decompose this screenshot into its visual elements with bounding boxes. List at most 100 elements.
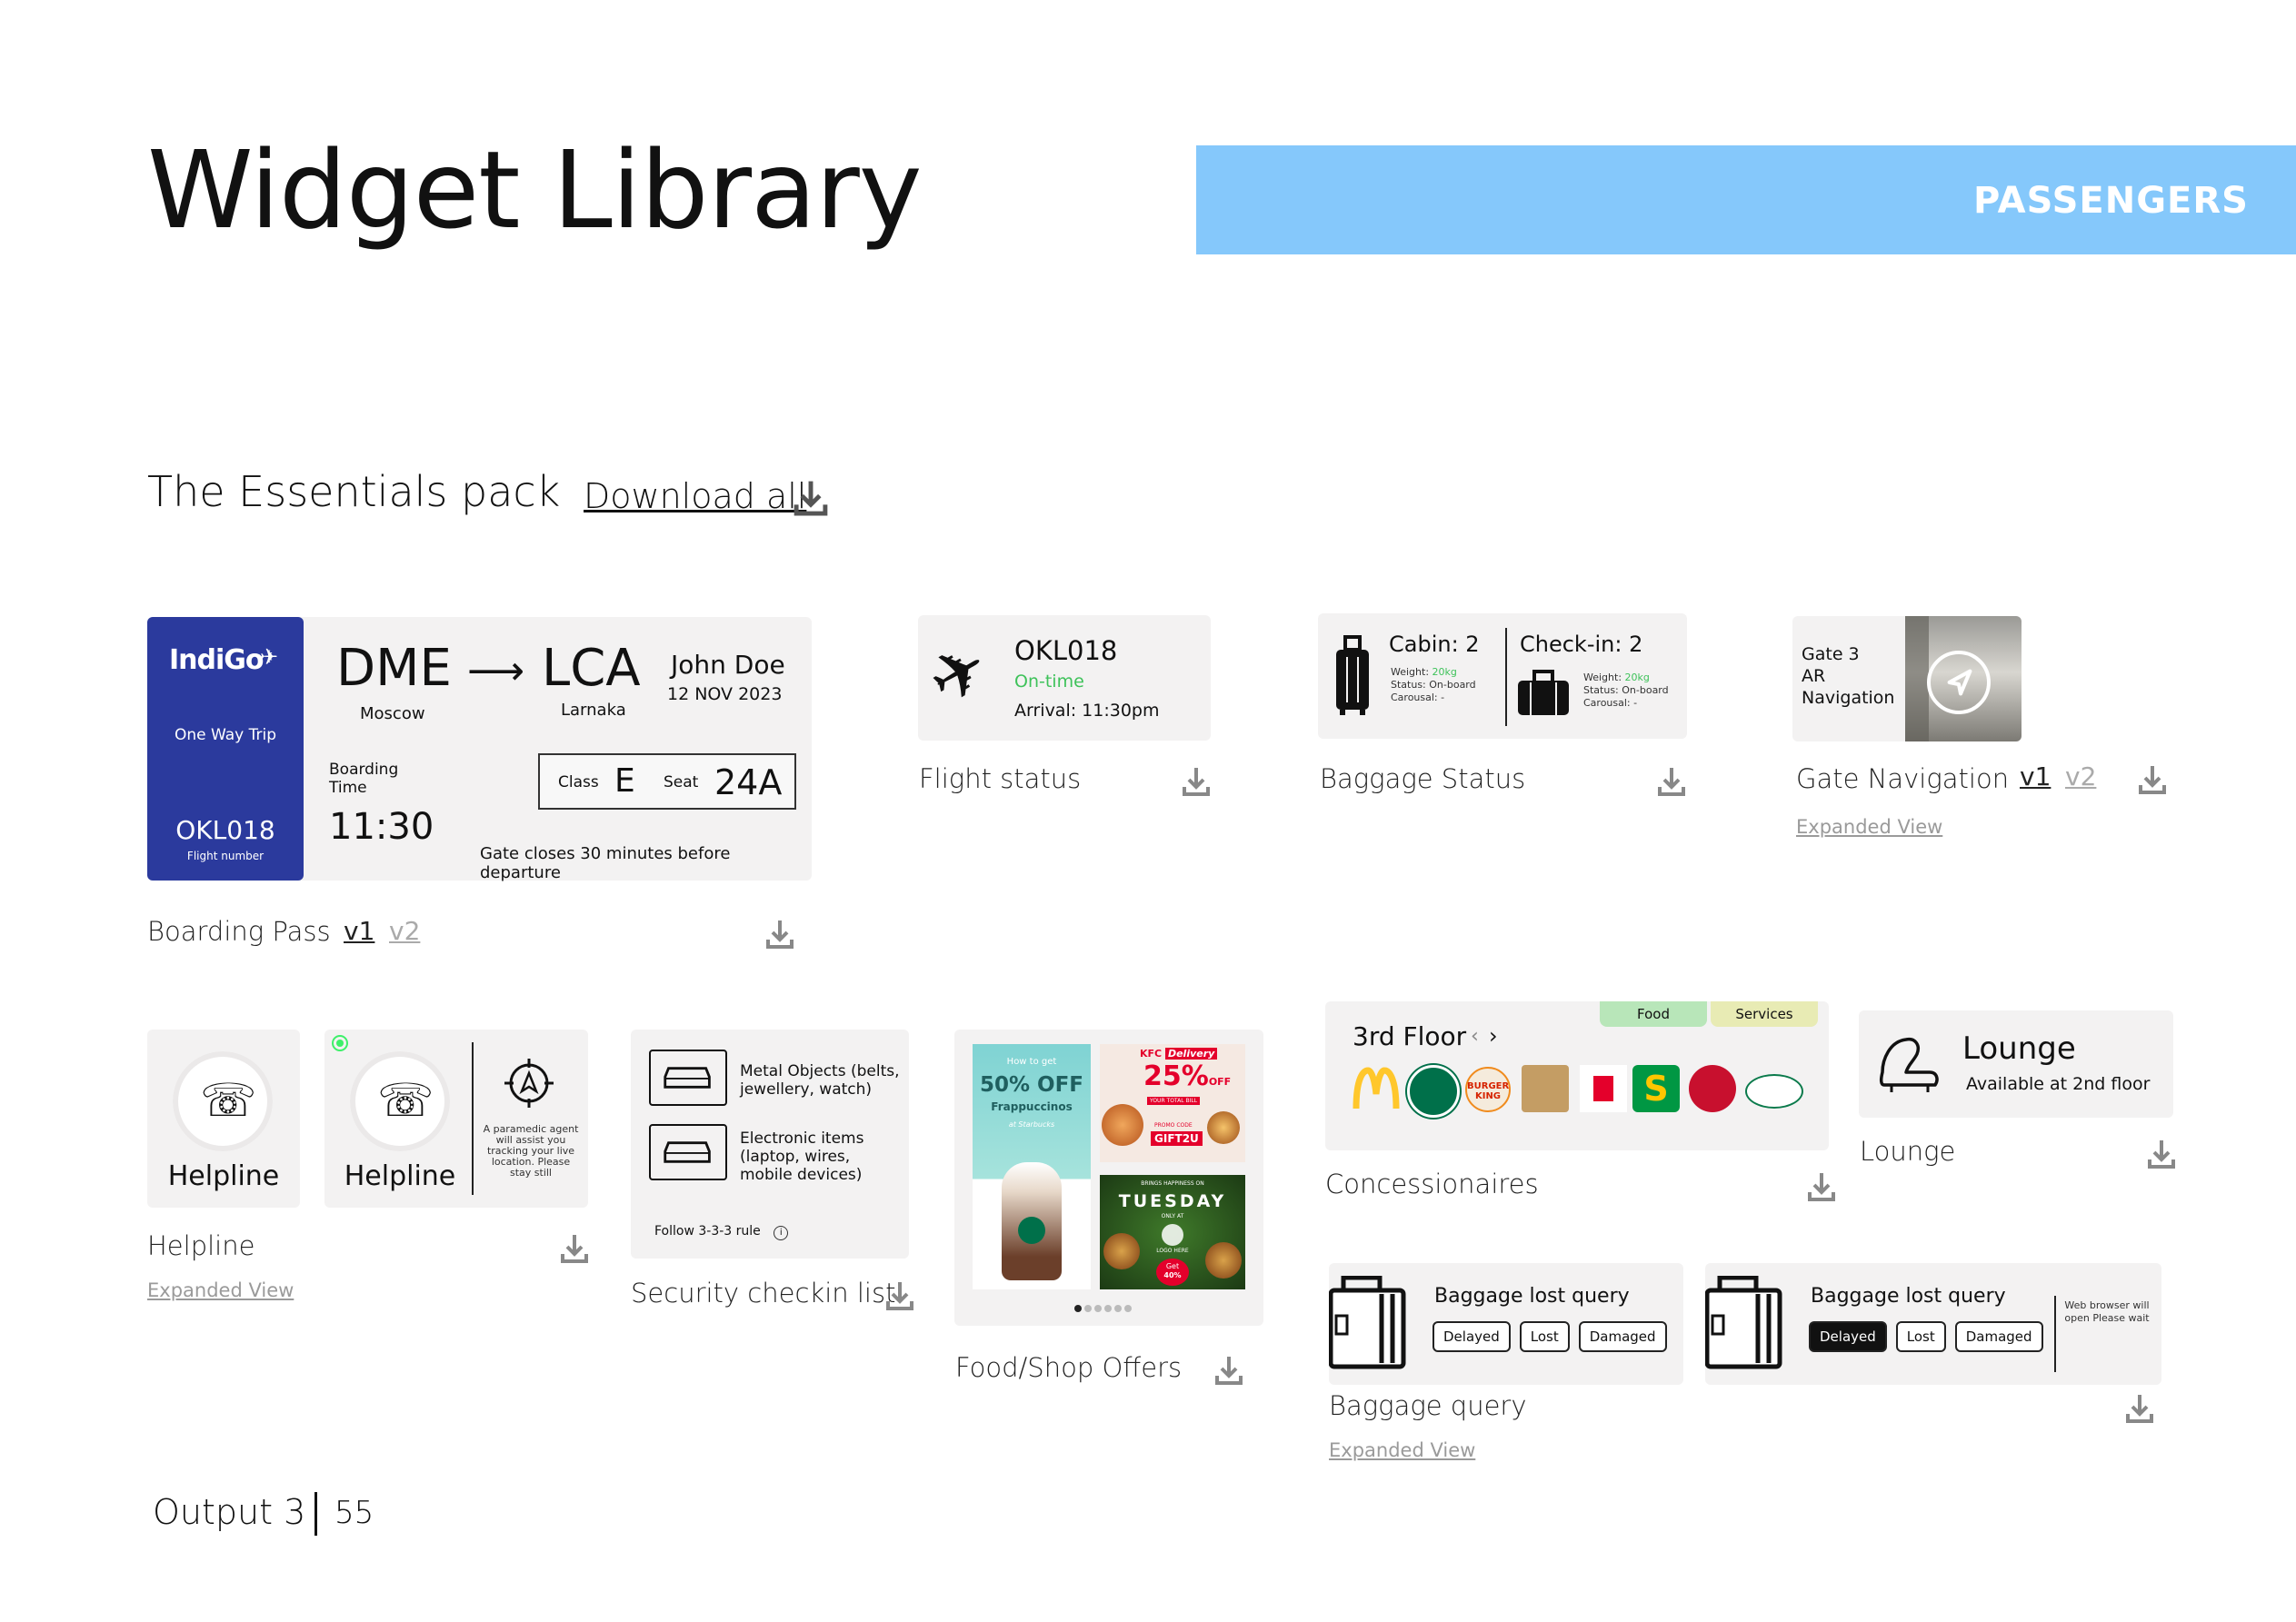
gate-nav-card[interactable]: Gate 3 AR Navigation (1792, 616, 2021, 741)
location-target-icon (503, 1057, 555, 1110)
gate-nav-download-icon[interactable] (2138, 763, 2167, 796)
option-lost[interactable]: Lost (1519, 1321, 1570, 1352)
baggage-query-options-2: Delayed Lost Damaged (1809, 1321, 2052, 1352)
nishan-logo[interactable] (1522, 1065, 1569, 1112)
luggage-outline-icon (1328, 1275, 1411, 1370)
live-indicator-icon (332, 1035, 348, 1051)
concessionaires-download-icon[interactable] (1807, 1170, 1836, 1203)
baggage-query-divider (2054, 1296, 2056, 1372)
tue-day: TUESDAY (1118, 1191, 1227, 1211)
flight-status-caption: Flight status (919, 763, 1082, 794)
seat-value: 24A (714, 762, 783, 802)
gate-nav-v1[interactable]: v1 (2020, 761, 2051, 791)
download-all-icon[interactable] (793, 478, 829, 518)
boarding-pass-v1[interactable]: v1 (344, 916, 374, 946)
option-delayed-selected[interactable]: Delayed (1809, 1321, 1887, 1352)
baggage-query-download-icon[interactable] (2125, 1392, 2154, 1425)
option-delayed[interactable]: Delayed (1433, 1321, 1511, 1352)
floor-label: 3rd Floor (1353, 1021, 1467, 1051)
tue-get: Get (1165, 1262, 1180, 1270)
helpline-download-icon[interactable] (560, 1232, 589, 1265)
airplane-icon: ✈ (914, 626, 1003, 722)
flight-status-state: On-time (1014, 672, 1084, 692)
offers-card[interactable]: How to get 50% OFF Frappuccinos at Starb… (954, 1030, 1263, 1326)
checkin-bag-icon (1516, 670, 1571, 717)
helpline-card[interactable]: ☏ Helpline (147, 1030, 300, 1208)
cabin-weight-label: Weight: (1391, 666, 1430, 678)
tuesday-offer[interactable]: BRINGS HAPPINESS ON TUESDAY ONLY AT LOGO… (1100, 1175, 1245, 1289)
boarding-pass-stub: IndiGo ✈ One Way Trip OKL018 Flight numb… (147, 617, 304, 881)
tue-off: 40% (1163, 1271, 1182, 1279)
helpline-circle: ☏ (173, 1051, 273, 1151)
kfc-tag: Delivery (1164, 1048, 1218, 1060)
starbucks-line1: How to get (1006, 1057, 1057, 1067)
tab-services[interactable]: Services (1711, 1001, 1818, 1027)
download-all-link[interactable]: Download all (584, 476, 806, 516)
flight-number-caption: Flight number (186, 850, 265, 862)
baggage-query-expanded-link[interactable]: Expanded View (1329, 1439, 1475, 1461)
option-damaged-2[interactable]: Damaged (1954, 1321, 2043, 1352)
tray-icon-1 (649, 1050, 727, 1106)
lounge-sub: Available at 2nd floor (1966, 1074, 2151, 1094)
starbucks-logo[interactable] (1407, 1065, 1460, 1118)
pizza-hut-logo[interactable] (1689, 1065, 1736, 1112)
helpline-divider (472, 1042, 474, 1195)
tab-food[interactable]: Food (1600, 1001, 1707, 1027)
option-lost-2[interactable]: Lost (1895, 1321, 1946, 1352)
flight-date: 12 NOV 2023 (667, 684, 783, 704)
helpline-active-card[interactable]: ☏ Helpline A paramedic agent will assist… (324, 1030, 588, 1208)
mcdonalds-logo[interactable] (1353, 1065, 1400, 1112)
baggage-status-card[interactable]: Cabin: 2 Weight: 20kg Status: On-board C… (1318, 613, 1687, 739)
krispy-kreme-logo[interactable] (1745, 1074, 1803, 1109)
helpline-expanded-link[interactable]: Expanded View (147, 1279, 294, 1301)
passengers-tag: PASSENGERS (1973, 180, 2249, 222)
kfc-logo[interactable] (1580, 1065, 1627, 1112)
kfc-food-image (1102, 1104, 1143, 1146)
class-seat-box: Class E Seat 24A (538, 753, 796, 810)
baggage-query-active-card[interactable]: Baggage lost query Delayed Lost Damaged We… (1704, 1263, 2161, 1385)
security-download-icon[interactable] (885, 1279, 914, 1312)
gate-nav-line2: AR (1802, 666, 1826, 686)
lounge-card[interactable]: Lounge Available at 2nd floor (1859, 1010, 2173, 1118)
lounge-title: Lounge (1962, 1030, 2076, 1067)
starbucks-off: 50% OFF (979, 1073, 1084, 1097)
kfc-offer[interactable]: KFC Delivery 25%OFF YOUR TOTAL BILL PROM… (1100, 1044, 1245, 1162)
carousel-dots[interactable] (1074, 1299, 1147, 1312)
baggage-query-card[interactable]: Baggage lost query Delayed Lost Damaged (1328, 1263, 1683, 1385)
boarding-pass-v2[interactable]: v2 (389, 916, 420, 946)
boarding-pass-card[interactable]: IndiGo ✈ One Way Trip OKL018 Flight numb… (147, 617, 812, 882)
offers-download-icon[interactable] (1214, 1354, 1243, 1387)
arrow-icon: ⟶ (467, 648, 525, 694)
starbucks-offer[interactable]: How to get 50% OFF Frappuccinos at Starb… (973, 1044, 1091, 1289)
class-value: E (614, 762, 635, 800)
tue-pizza-1 (1103, 1233, 1140, 1269)
class-label: Class (558, 773, 599, 791)
tray-icon-2 (649, 1124, 727, 1180)
boarding-pass-download-icon[interactable] (765, 918, 794, 950)
security-card[interactable]: Metal Objects (belts, jewellery, watch) … (631, 1030, 909, 1259)
gate-nav-caption: Gate Navigation (1796, 763, 2010, 794)
subway-logo[interactable]: S (1632, 1065, 1680, 1112)
floor-prev-icon[interactable]: ‹ (1471, 1025, 1479, 1048)
baggage-query-title: Baggage lost query (1434, 1285, 1630, 1308)
concessionaires-card[interactable]: Food Services 3rd Floor ‹ › BURGER KING S (1325, 1001, 1829, 1150)
flight-status-card[interactable]: ✈ OKL018 On-time Arrival: 11:30pm (914, 615, 1211, 741)
info-icon[interactable]: i (774, 1226, 789, 1240)
gate-nav-expanded-link[interactable]: Expanded View (1796, 816, 1942, 838)
flight-status-number: OKL018 (1014, 635, 1118, 666)
airline-logo: IndiGo (169, 644, 265, 676)
luggage-outline-icon-2 (1704, 1275, 1787, 1370)
lounge-download-icon[interactable] (2147, 1138, 2176, 1170)
checkin-details: Weight: 20kg Status: On-board Carousal: … (1583, 672, 1669, 710)
baggage-query-caption: Baggage query (1329, 1390, 1527, 1421)
gate-nav-v2[interactable]: v2 (2065, 761, 2096, 791)
baggage-status-download-icon[interactable] (1657, 765, 1686, 798)
checkin-count: Check-in: 2 (1520, 632, 1643, 657)
burger-king-logo[interactable]: BURGER KING (1465, 1067, 1511, 1112)
flight-status-download-icon[interactable] (1182, 765, 1211, 798)
floor-next-icon[interactable]: › (1489, 1023, 1498, 1049)
offers-caption: Food/Shop Offers (955, 1352, 1183, 1383)
option-damaged[interactable]: Damaged (1578, 1321, 1667, 1352)
boarding-time-label: Boarding Time (329, 761, 399, 797)
tue-line: BRINGS HAPPINESS ON (1141, 1180, 1204, 1187)
